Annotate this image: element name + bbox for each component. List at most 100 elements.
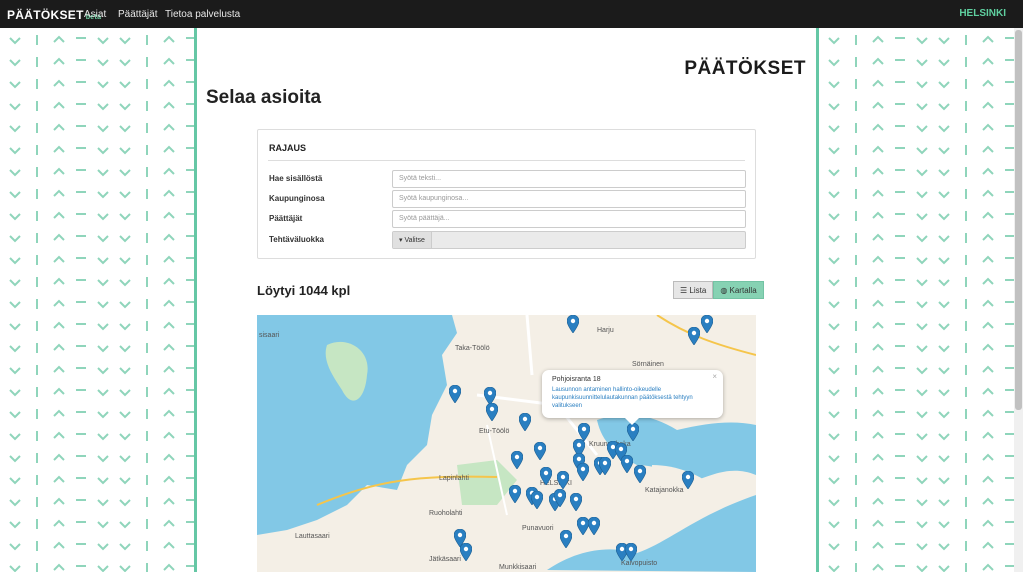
close-icon[interactable]: × [712,372,717,381]
pattern-mark [938,147,950,155]
pattern-mark [982,299,994,307]
divider [268,160,745,161]
pattern-mark [163,475,175,483]
map-label: Lapinlahti [439,475,469,482]
pattern-mark [163,167,175,175]
page-scrollbar[interactable] [1014,28,1023,572]
pattern-mark [9,565,21,572]
map-popup[interactable]: Pohjoisranta 18 Lausunnon antaminen hall… [542,370,723,425]
brand-text: PÄÄTÖKSET [7,8,84,22]
decider-input[interactable]: Syötä päättäjä... [392,210,746,228]
map-marker-icon[interactable] [519,413,531,431]
pattern-mark [938,345,950,353]
pattern-mark [916,367,928,375]
pattern-mark [119,191,131,199]
pattern-mark [872,255,884,263]
pattern-mark [163,431,175,439]
pattern-mark [9,433,21,441]
map-marker-icon[interactable] [509,485,521,503]
map-label: Taka-Töölö [455,345,490,352]
pattern-mark [53,211,65,219]
map-marker-icon[interactable] [557,471,569,489]
map-marker-icon[interactable] [531,491,543,509]
map-label: Katajanokka [645,487,684,494]
map-marker-icon[interactable] [688,327,700,345]
pattern-mark [872,365,884,373]
map-marker-icon[interactable] [682,471,694,489]
pattern-mark [97,499,109,507]
pattern-mark [916,301,928,309]
pattern-mark [119,103,131,111]
map-marker-icon[interactable] [627,423,639,441]
map-marker-icon[interactable] [634,465,646,483]
pattern-mark [119,169,131,177]
map-marker-icon[interactable] [554,489,566,507]
pattern-mark [163,409,175,417]
map-label: Jätkäsaari [429,556,461,563]
pattern-graphic [828,35,1014,572]
map-marker-icon[interactable] [621,455,633,473]
map-marker-icon[interactable] [534,442,546,460]
pattern-mark [916,499,928,507]
pattern-mark [53,277,65,285]
list-view-button[interactable]: ☰ Lista [673,281,714,299]
pattern-mark [872,123,884,131]
map-marker-icon[interactable] [511,451,523,469]
pattern-mark [97,565,109,572]
pattern-mark [982,453,994,461]
map-marker-icon[interactable] [460,543,472,561]
map-view-button[interactable]: ◍ Kartalla [713,281,764,299]
map-marker-icon[interactable] [588,517,600,535]
pattern-mark [982,321,994,329]
scrollbar-thumb[interactable] [1015,30,1022,410]
district-input[interactable]: Syötä kaupunginosa... [392,190,746,208]
pattern-mark [97,191,109,199]
pattern-mark [163,541,175,549]
pattern-mark [828,389,840,397]
map-marker-icon[interactable] [599,457,611,475]
pattern-mark [938,125,950,133]
pattern-mark [97,477,109,485]
map-marker-icon[interactable] [486,403,498,421]
pattern-mark [163,563,175,571]
map-marker-icon[interactable] [567,315,579,333]
pattern-mark [872,189,884,197]
pattern-mark [982,431,994,439]
pattern-mark [982,519,994,527]
map-marker-icon[interactable] [449,385,461,403]
map-marker-icon[interactable] [540,467,552,485]
pattern-mark [982,255,994,263]
map-marker-icon[interactable] [560,530,572,548]
city-selector[interactable]: HELSINKI [959,8,1006,19]
map-marker-icon[interactable] [701,315,713,333]
pattern-mark [872,57,884,65]
category-select[interactable]: ▾ Valitse [392,231,746,249]
pattern-mark [97,389,109,397]
pattern-mark [916,81,928,89]
pattern-mark [9,81,21,89]
pattern-mark [828,279,840,287]
map-marker-icon[interactable] [570,493,582,511]
category-select-button[interactable]: ▾ Valitse [393,232,432,248]
nav-item-tietoa[interactable]: Tietoa palvelusta [165,9,240,20]
pattern-mark [916,103,928,111]
pattern-mark [163,145,175,153]
map-view[interactable]: HarjuSörnäinenTaka-TöölöEtu-TöölöKruunun… [257,315,756,572]
pattern-mark [828,543,840,551]
map-label: Munkkisaari [499,564,537,571]
map-marker-icon[interactable] [577,463,589,481]
pattern-mark [872,167,884,175]
pattern-mark [119,147,131,155]
pattern-mark [828,345,840,353]
pattern-mark [53,35,65,43]
pattern-mark [872,277,884,285]
content-search-input[interactable]: Syötä teksti... [392,170,746,188]
nav-item-paattajat[interactable]: Päättäjät [118,9,157,20]
pattern-mark [9,125,21,133]
nav-item-asiat[interactable]: Asiat [84,9,106,20]
pattern-mark [9,543,21,551]
map-marker-icon[interactable] [625,543,637,561]
pattern-mark [872,431,884,439]
popup-link[interactable]: Lausunnon antaminen hallinto-oikeudelle … [552,386,712,410]
pattern-mark [872,563,884,571]
